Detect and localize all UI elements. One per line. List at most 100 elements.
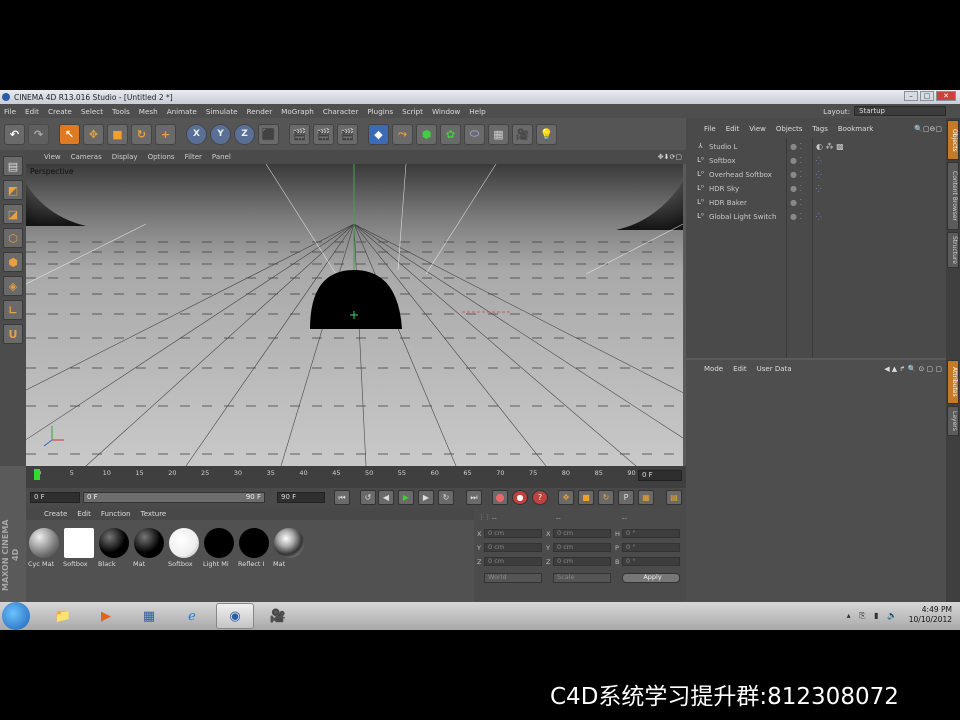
rotation-p-field[interactable]: 0 °	[622, 543, 680, 552]
system-clock[interactable]: 4:49 PM 10/10/2012	[909, 605, 952, 625]
rotate-tool-icon[interactable]: ↻	[131, 123, 152, 145]
tab-structure[interactable]: Structure	[947, 232, 959, 268]
object-row[interactable]: L⁰ Softbox ● ⁚ ⁛	[690, 154, 940, 167]
material-item[interactable]: Black	[98, 528, 130, 574]
x-axis-lock-icon[interactable]: X	[186, 123, 207, 145]
axis-mode-icon[interactable]: ∟	[3, 300, 23, 320]
attribute-nav-icons[interactable]: ◀ ▲ ↱ 🔍 ⊙ ▢ ▢	[884, 365, 942, 373]
object-tags[interactable]: ⁛	[816, 171, 822, 179]
go-to-start-icon[interactable]: ⏮	[334, 490, 350, 505]
visibility-dots[interactable]: ● ⁚	[790, 184, 802, 193]
viewport-menu-cameras[interactable]: Cameras	[71, 153, 102, 161]
menu-animate[interactable]: Animate	[167, 107, 197, 116]
end-frame-field[interactable]: 90 F	[277, 492, 325, 503]
menu-render[interactable]: Render	[247, 107, 273, 116]
render-settings-icon[interactable]: 🎬	[337, 123, 358, 145]
scale-tool-icon[interactable]: ■	[107, 123, 128, 145]
snap-icon[interactable]: U	[3, 324, 23, 344]
tab-objects[interactable]: Objects	[947, 120, 959, 160]
material-item[interactable]: Light Mi	[203, 528, 235, 574]
coordinate-system-select[interactable]: World	[484, 573, 542, 583]
menu-edit[interactable]: Edit	[25, 107, 39, 116]
material-item[interactable]: Reflect I	[238, 528, 270, 574]
go-to-end-icon[interactable]: ⏭	[466, 490, 482, 505]
menu-tools[interactable]: Tools	[112, 107, 130, 116]
material-item[interactable]: Softbox	[168, 528, 200, 574]
viewport-nav-icons[interactable]: ✥⬇⟳▢	[658, 153, 682, 161]
material-menu-texture[interactable]: Texture	[141, 510, 167, 518]
timeline-ruler[interactable]: 051015202530354045505560657075808590 0 F	[26, 466, 686, 488]
object-tags[interactable]: ⁛	[816, 213, 822, 221]
y-axis-lock-icon[interactable]: Y	[210, 123, 231, 145]
array-icon[interactable]: ✿	[440, 123, 461, 145]
spline-pen-icon[interactable]: ⤳	[392, 123, 413, 145]
autokey-icon[interactable]: ●	[512, 490, 528, 505]
material-menu-function[interactable]: Function	[101, 510, 131, 518]
transform-tool-icon[interactable]: +	[155, 123, 176, 145]
apply-button[interactable]: Apply	[622, 573, 680, 583]
visibility-dots[interactable]: ● ⁚	[790, 156, 802, 165]
menu-file[interactable]: File	[4, 107, 16, 116]
edges-mode-icon[interactable]: ⬢	[3, 252, 23, 272]
object-menu-objects[interactable]: Objects	[776, 125, 802, 133]
object-row[interactable]: L⁰ HDR Sky ● ⁚ ⁛	[690, 182, 940, 195]
menu-select[interactable]: Select	[81, 107, 103, 116]
cinema4d-taskbar-icon[interactable]: ◉	[216, 603, 254, 629]
light-icon[interactable]: 💡	[536, 123, 557, 145]
material-item[interactable]: Softbox	[63, 528, 95, 574]
minimize-button[interactable]: –	[904, 91, 918, 101]
object-row[interactable]: L⁰ Global Light Switch ● ⁚ ⁛	[690, 210, 940, 223]
menu-mograph[interactable]: MoGraph	[281, 107, 314, 116]
windows-start-button[interactable]	[2, 602, 30, 630]
perspective-viewport[interactable]: Perspective	[26, 164, 683, 466]
object-row[interactable]: ⅄ Studio L ● ⁚ ◐ ⁂ ▩	[690, 140, 940, 153]
next-key-icon[interactable]: ↻	[438, 490, 454, 505]
viewport-menu-display[interactable]: Display	[112, 153, 138, 161]
object-tags[interactable]: ⁛	[816, 157, 822, 165]
play-icon[interactable]: ▶	[398, 490, 414, 505]
timeline-playhead[interactable]	[34, 469, 40, 480]
visibility-dots[interactable]: ● ⁚	[790, 198, 802, 207]
internet-explorer-taskbar-icon[interactable]: ℯ	[173, 603, 211, 629]
menu-plugins[interactable]: Plugins	[367, 107, 393, 116]
position-x-field[interactable]: 0 cm	[484, 529, 542, 538]
viewport-menu-panel[interactable]: Panel	[212, 153, 231, 161]
points-mode-icon[interactable]: ⬡	[3, 228, 23, 248]
size-x-field[interactable]: 0 cm	[553, 529, 611, 538]
start-frame-field[interactable]: 0 F	[30, 492, 80, 503]
move-tool-icon[interactable]: ✥	[83, 123, 104, 145]
z-axis-lock-icon[interactable]: Z	[234, 123, 255, 145]
position-z-field[interactable]: 0 cm	[484, 557, 542, 566]
media-player-taskbar-icon[interactable]: ▶	[87, 603, 125, 629]
render-view-icon[interactable]: 🎬	[289, 123, 310, 145]
attribute-menu-mode[interactable]: Mode	[704, 365, 723, 373]
tab-attributes[interactable]: Attributes	[947, 360, 959, 404]
viewport-menu-options[interactable]: Options	[148, 153, 175, 161]
record-active-icon[interactable]: ⬤	[492, 490, 508, 505]
undo-button[interactable]: ↶	[4, 123, 25, 145]
explorer-taskbar-icon[interactable]: 📁	[44, 603, 82, 629]
menu-mesh[interactable]: Mesh	[139, 107, 158, 116]
keyframe-selection-icon[interactable]: ?	[532, 490, 548, 505]
redo-button[interactable]: ↷	[28, 123, 49, 145]
visibility-dots[interactable]: ● ⁚	[790, 142, 802, 151]
nurbs-icon[interactable]: ⬢	[416, 123, 437, 145]
menu-script[interactable]: Script	[402, 107, 423, 116]
material-item[interactable]: Mat	[273, 528, 305, 574]
make-editable-icon[interactable]: ▤	[3, 156, 23, 176]
size-z-field[interactable]: 0 cm	[553, 557, 611, 566]
polygons-mode-icon[interactable]: ◈	[3, 276, 23, 296]
material-menu-edit[interactable]: Edit	[77, 510, 91, 518]
next-frame-icon[interactable]: ▶	[418, 490, 434, 505]
rotation-h-field[interactable]: 0 °	[622, 529, 680, 538]
position-y-field[interactable]: 0 cm	[484, 543, 542, 552]
menu-create[interactable]: Create	[48, 107, 72, 116]
menu-window[interactable]: Window	[432, 107, 460, 116]
key-pla-icon[interactable]: ▦	[638, 490, 654, 505]
object-tags[interactable]: ⁛	[816, 185, 822, 193]
size-y-field[interactable]: 0 cm	[553, 543, 611, 552]
preview-range-slider[interactable]: 0 F 90 F	[83, 492, 265, 503]
coordinate-system-icon[interactable]: ⬛	[258, 123, 279, 145]
live-selection-tool-icon[interactable]: ↖	[59, 123, 80, 145]
visibility-dots[interactable]: ● ⁚	[790, 170, 802, 179]
